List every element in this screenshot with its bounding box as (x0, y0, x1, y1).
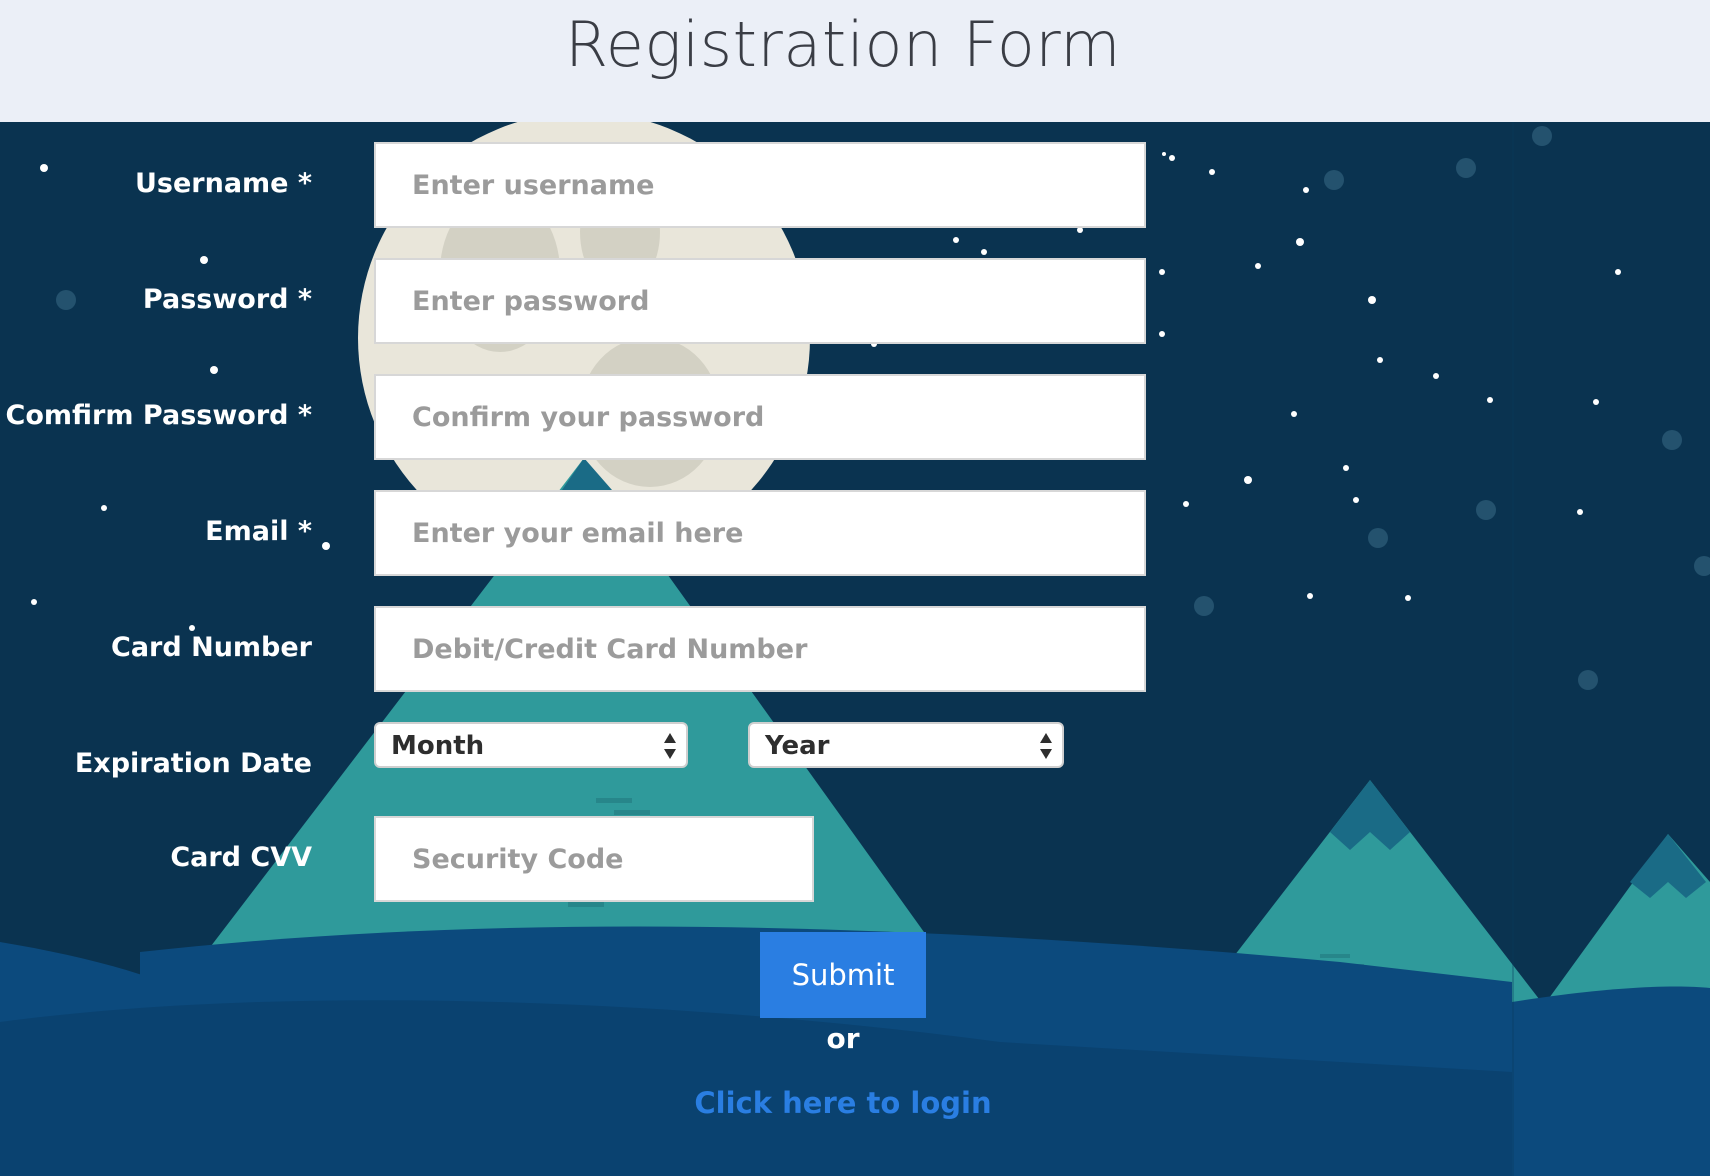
password-label: Password * (142, 284, 312, 315)
year-select[interactable]: Year (748, 722, 1064, 768)
month-select-value: Month (391, 731, 485, 761)
username-label: Username * (134, 168, 312, 199)
email-label: Email * (205, 516, 312, 547)
card-number-label: Card Number (111, 632, 312, 663)
updown-arrows-icon (664, 733, 676, 759)
card-cvv-label: Card CVV (170, 842, 312, 873)
month-select[interactable]: Month (374, 722, 688, 768)
username-input[interactable] (374, 142, 1146, 228)
password-input[interactable] (374, 258, 1146, 344)
email-input[interactable] (374, 490, 1146, 576)
cvv-input[interactable] (374, 816, 814, 902)
year-select-value: Year (765, 731, 830, 761)
expiration-date-label: Expiration Date (74, 748, 312, 779)
submit-button[interactable]: Submit (760, 932, 926, 1018)
confirm-password-label: Comfirm Password * (5, 400, 312, 431)
confirm-password-input[interactable] (374, 374, 1146, 460)
or-separator: or (826, 1022, 860, 1055)
updown-arrows-icon (1040, 733, 1052, 759)
login-link[interactable]: Click here to login (640, 1086, 1046, 1120)
registration-form: Username * Password * Comfirm Password *… (0, 0, 1710, 1176)
card-number-input[interactable] (374, 606, 1146, 692)
